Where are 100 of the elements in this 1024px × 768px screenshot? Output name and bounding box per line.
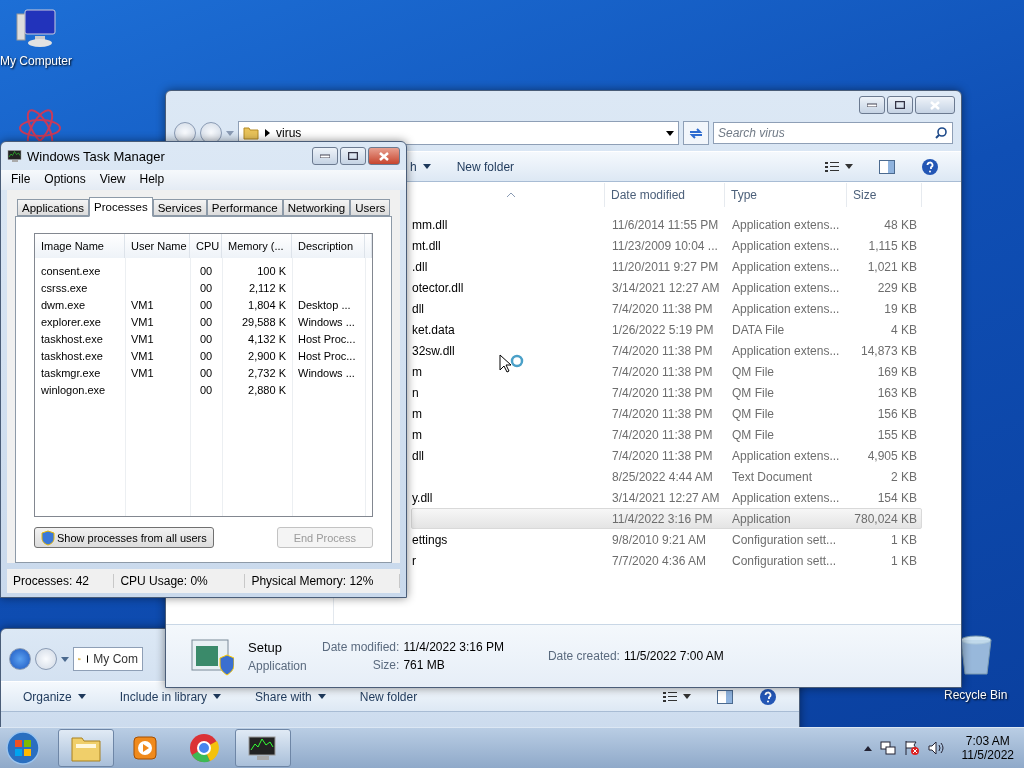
column-header[interactable]: CPU <box>190 234 222 258</box>
toolbar-button[interactable]: New folder <box>454 157 517 176</box>
file-size: 19 KB <box>883 301 918 316</box>
close-button[interactable] <box>915 96 955 114</box>
detail-label: Size: <box>371 658 400 672</box>
taskbar-button[interactable] <box>235 729 291 767</box>
column-header[interactable]: Memory (... <box>222 234 292 258</box>
filename-cell[interactable]: m <box>412 406 422 421</box>
back-button[interactable] <box>174 122 196 144</box>
process-description: Host Proc... <box>297 349 357 362</box>
help-icon <box>921 157 939 176</box>
filename-cell[interactable]: .dll <box>412 259 428 274</box>
menu-item[interactable]: View <box>93 170 132 190</box>
menu-item[interactable]: Help <box>133 170 171 190</box>
computer-icon <box>13 8 59 50</box>
filename-cell[interactable]: mm.dll <box>412 217 448 232</box>
maximize-button[interactable] <box>340 147 366 165</box>
memory-value: 2,880 K <box>247 383 287 396</box>
process-description: Windows ... <box>297 315 356 328</box>
detail-value: 11/4/2022 3:16 PM <box>403 640 504 654</box>
desktop-icon-label[interactable]: My Computer <box>0 54 73 68</box>
filename-cell[interactable]: mt.dll <box>412 238 441 253</box>
clock-date[interactable]: 11/5/2022 <box>961 748 1014 762</box>
toolbar-button[interactable]: Organize <box>21 687 88 706</box>
file-date: 11/23/2009 10:04 ... <box>611 238 719 253</box>
dialog-button[interactable]: Show processes from all users <box>34 527 214 548</box>
tab[interactable]: Users <box>350 199 391 216</box>
file-size: 1 KB <box>890 532 918 547</box>
selected-file-row[interactable]: 11/4/2022 3:16 PM Application 780,024 KB <box>411 508 922 529</box>
search-field[interactable]: Search virus <box>713 122 953 144</box>
filename-cell[interactable]: 32sw.dll <box>412 343 455 358</box>
preview-pane-button[interactable] <box>715 687 735 706</box>
menu-item[interactable]: Options <box>38 170 92 190</box>
process-description: Desktop ... <box>297 298 352 311</box>
tab[interactable]: Applications <box>17 199 89 216</box>
refresh-icon <box>688 127 704 139</box>
back-button[interactable] <box>9 648 31 670</box>
filename-cell[interactable]: y.dll <box>412 490 433 505</box>
column-header[interactable]: Type <box>725 183 847 207</box>
maximize-button[interactable] <box>887 96 913 114</box>
filename-cell[interactable]: r <box>412 553 416 568</box>
process-description: Windows ... <box>297 366 356 379</box>
file-date: 7/7/2020 4:36 AM <box>611 553 708 568</box>
column-header[interactable]: Size <box>847 183 922 207</box>
filename-cell[interactable]: dll <box>412 301 424 316</box>
window-title: Windows Task Manager <box>27 148 165 164</box>
windows-logo-icon <box>6 731 40 765</box>
column-header[interactable]: Date modified <box>605 183 725 207</box>
search-icon <box>935 127 947 139</box>
forward-button[interactable] <box>200 122 222 144</box>
file-date: 7/4/2020 11:38 PM <box>611 406 714 421</box>
clock-time[interactable]: 7:03 AM <box>965 734 1010 748</box>
toolbar-button[interactable]: Share with <box>253 687 328 706</box>
toolbar-button[interactable]: h <box>408 157 433 176</box>
file-date: 11/6/2014 11:55 PM <box>611 217 720 232</box>
close-button[interactable] <box>368 147 400 165</box>
desktop-icon-label[interactable]: Recycle Bin <box>944 688 1008 702</box>
file-type: Application <box>731 511 792 526</box>
file-type: Application extens... <box>731 448 841 463</box>
preview-pane-button[interactable] <box>877 157 897 176</box>
file-type: Application extens... <box>731 217 841 232</box>
file-date: 7/4/2020 11:38 PM <box>611 301 714 316</box>
process-name: explorer.exe <box>40 315 102 328</box>
maximize-icon <box>348 152 358 160</box>
tab[interactable]: Processes <box>89 197 153 217</box>
tab[interactable]: Networking <box>282 199 351 216</box>
minimize-button[interactable] <box>859 96 885 114</box>
filename-cell[interactable]: ettings <box>412 532 448 547</box>
file-type: QM File <box>731 364 775 379</box>
filename-cell[interactable]: n <box>412 385 419 400</box>
filename-cell[interactable]: m <box>412 364 422 379</box>
file-type: Application extens... <box>731 238 841 253</box>
filename-cell[interactable]: otector.dll <box>412 280 464 295</box>
user-name: VM1 <box>130 366 155 379</box>
detail-label: Date created: <box>547 649 620 663</box>
address-bar[interactable]: My Com <box>73 647 143 671</box>
minimize-icon <box>867 103 877 107</box>
column-header[interactable]: Description <box>292 234 365 258</box>
column-header[interactable]: Image Name <box>35 234 125 258</box>
minimize-button[interactable] <box>312 147 338 165</box>
memory-value: 100 K <box>256 264 287 277</box>
network-icon <box>879 740 896 756</box>
file-date: 11/20/2011 9:27 PM <box>611 259 720 274</box>
filename-cell[interactable]: ket.data <box>412 322 455 337</box>
column-header[interactable]: User Name <box>125 234 190 258</box>
toolbar-button[interactable]: New folder <box>357 687 420 706</box>
help-icon <box>759 687 777 706</box>
tab[interactable]: Services <box>152 199 207 216</box>
menu-item[interactable]: File <box>5 170 37 190</box>
caret-icon <box>61 656 69 662</box>
toolbar-button[interactable]: Include in library <box>117 687 224 706</box>
address-bar[interactable]: virus <box>238 121 679 145</box>
filename-cell[interactable]: dll <box>412 448 424 463</box>
file-size: 1 KB <box>890 553 918 568</box>
filename-cell[interactable]: m <box>412 427 422 442</box>
file-size: 169 KB <box>876 364 918 379</box>
user-name: VM1 <box>130 315 155 328</box>
refresh-button[interactable] <box>683 121 709 145</box>
tab[interactable]: Performance <box>206 199 283 216</box>
file-size: 48 KB <box>883 217 918 232</box>
